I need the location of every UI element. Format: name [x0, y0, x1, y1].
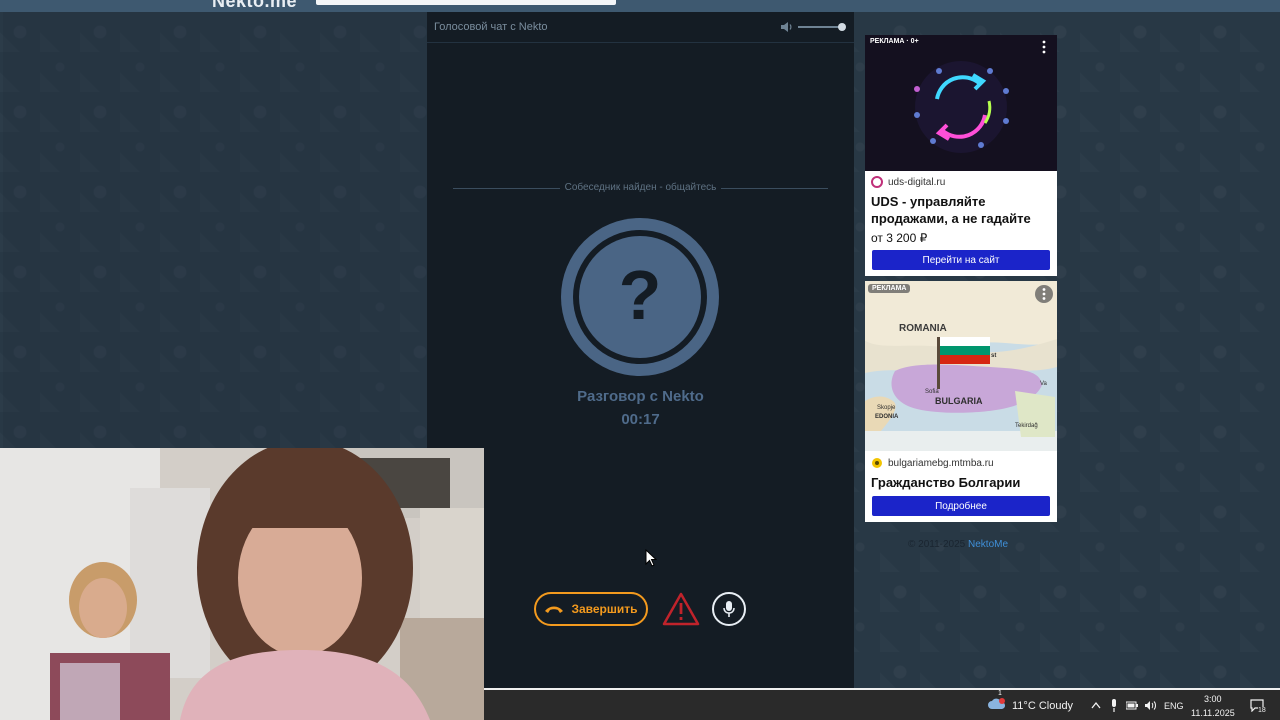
favicon-icon: [872, 458, 882, 468]
volume-icon[interactable]: [780, 21, 794, 33]
site-header: Nekto.me: [0, 0, 1280, 12]
map-label: EDONIA: [875, 414, 899, 420]
status-text: Собеседник найден - общайтесь: [559, 182, 722, 193]
map-label: Tekirdağ: [1015, 423, 1038, 429]
voice-chat-panel: Голосовой чат с Nekto Собеседник найден …: [427, 12, 854, 688]
more-vertical-icon[interactable]: [1038, 40, 1050, 54]
map-label: BULGARIA: [935, 396, 983, 406]
footer-link[interactable]: NektoMe: [968, 539, 1008, 550]
phone-hangup-icon: [545, 606, 564, 613]
map-label: Skopje: [877, 405, 896, 411]
footer-copyright: © 2011-2025 NektoMe: [908, 539, 1008, 550]
microphone-button[interactable]: [712, 592, 746, 626]
partner-name: Разговор с Nekto: [577, 388, 704, 405]
microphone-tray-icon[interactable]: [1110, 699, 1118, 712]
weather-badge: 1: [998, 690, 1002, 697]
webcam-image: [0, 448, 484, 720]
header-input[interactable]: [316, 0, 616, 5]
end-call-label: Завершить: [571, 602, 638, 616]
site-logo[interactable]: Nekto.me: [212, 0, 297, 12]
call-timer: 00:17: [621, 411, 660, 428]
ad-domain[interactable]: uds-digital.ru: [871, 176, 945, 188]
copyright-text: © 2011-2025: [908, 539, 966, 550]
ad-card-bulgaria[interactable]: ROMANIA BULGARIA Sofia Skopje EDONIA Tek…: [865, 281, 1057, 522]
webcam-preview: [0, 448, 484, 720]
favicon-icon: [871, 176, 883, 188]
ad-domain-text: bulgariamebg.mtmba.ru: [888, 457, 994, 469]
weather-text[interactable]: 11°C Cloudy: [1012, 700, 1073, 712]
end-call-button[interactable]: Завершить: [534, 592, 648, 626]
chat-header: Голосовой чат с Nekto: [427, 12, 854, 43]
more-options-icon[interactable]: [1035, 285, 1053, 303]
ad-badge: РЕКЛАМА: [868, 284, 911, 293]
notification-count: 18: [1258, 707, 1266, 714]
ad-details-button[interactable]: Подробнее: [872, 496, 1050, 516]
question-mark-icon: ?: [618, 256, 662, 334]
volume-slider-handle[interactable]: [838, 23, 846, 31]
ad-price: от 3 200 ₽: [871, 231, 928, 245]
speaker-icon[interactable]: [1144, 700, 1157, 711]
ad-domain[interactable]: bulgariamebg.mtmba.ru: [871, 457, 994, 469]
map-label: st: [991, 353, 996, 359]
microphone-icon: [723, 601, 735, 617]
ad-card-uds[interactable]: РЕКЛАМА · 0+ uds-digital.ru UDS - управл…: [865, 35, 1057, 276]
battery-icon[interactable]: [1126, 701, 1138, 710]
cloud-icon[interactable]: [988, 698, 1006, 710]
language-indicator[interactable]: ENG: [1164, 701, 1184, 711]
map-label: ROMANIA: [899, 323, 947, 334]
ad-headline[interactable]: Гражданство Болгарии: [871, 474, 1053, 491]
partner-avatar: ?: [561, 218, 719, 376]
ad-badge: РЕКЛАМА · 0+: [870, 38, 919, 45]
clock-date[interactable]: 11.11.2025: [1191, 708, 1235, 718]
ad-headline[interactable]: UDS - управляйте продажами, а не гадайте: [871, 193, 1053, 227]
ad-image-sync-icon: [865, 35, 1057, 171]
map-label: Va: [1040, 381, 1048, 387]
mouse-cursor-icon: [645, 549, 657, 567]
chevron-up-icon[interactable]: [1091, 701, 1101, 709]
warning-icon[interactable]: [662, 592, 700, 626]
left-panel: [3, 12, 427, 448]
status-line: Собеседник найден - общайтесь: [453, 182, 828, 196]
clock-time[interactable]: 3:00: [1204, 694, 1222, 704]
map-label: Sofia: [925, 389, 939, 395]
chat-title: Голосовой чат с Nekto: [434, 21, 548, 33]
ad-domain-text: uds-digital.ru: [888, 176, 946, 188]
windows-taskbar: 1 11°C Cloudy ENG 3:00 11.11.2025 18: [484, 688, 1280, 720]
ad-visit-site-button[interactable]: Перейти на сайт: [872, 250, 1050, 270]
ad-image-bulgaria-map: ROMANIA BULGARIA Sofia Skopje EDONIA Tek…: [865, 281, 1057, 451]
